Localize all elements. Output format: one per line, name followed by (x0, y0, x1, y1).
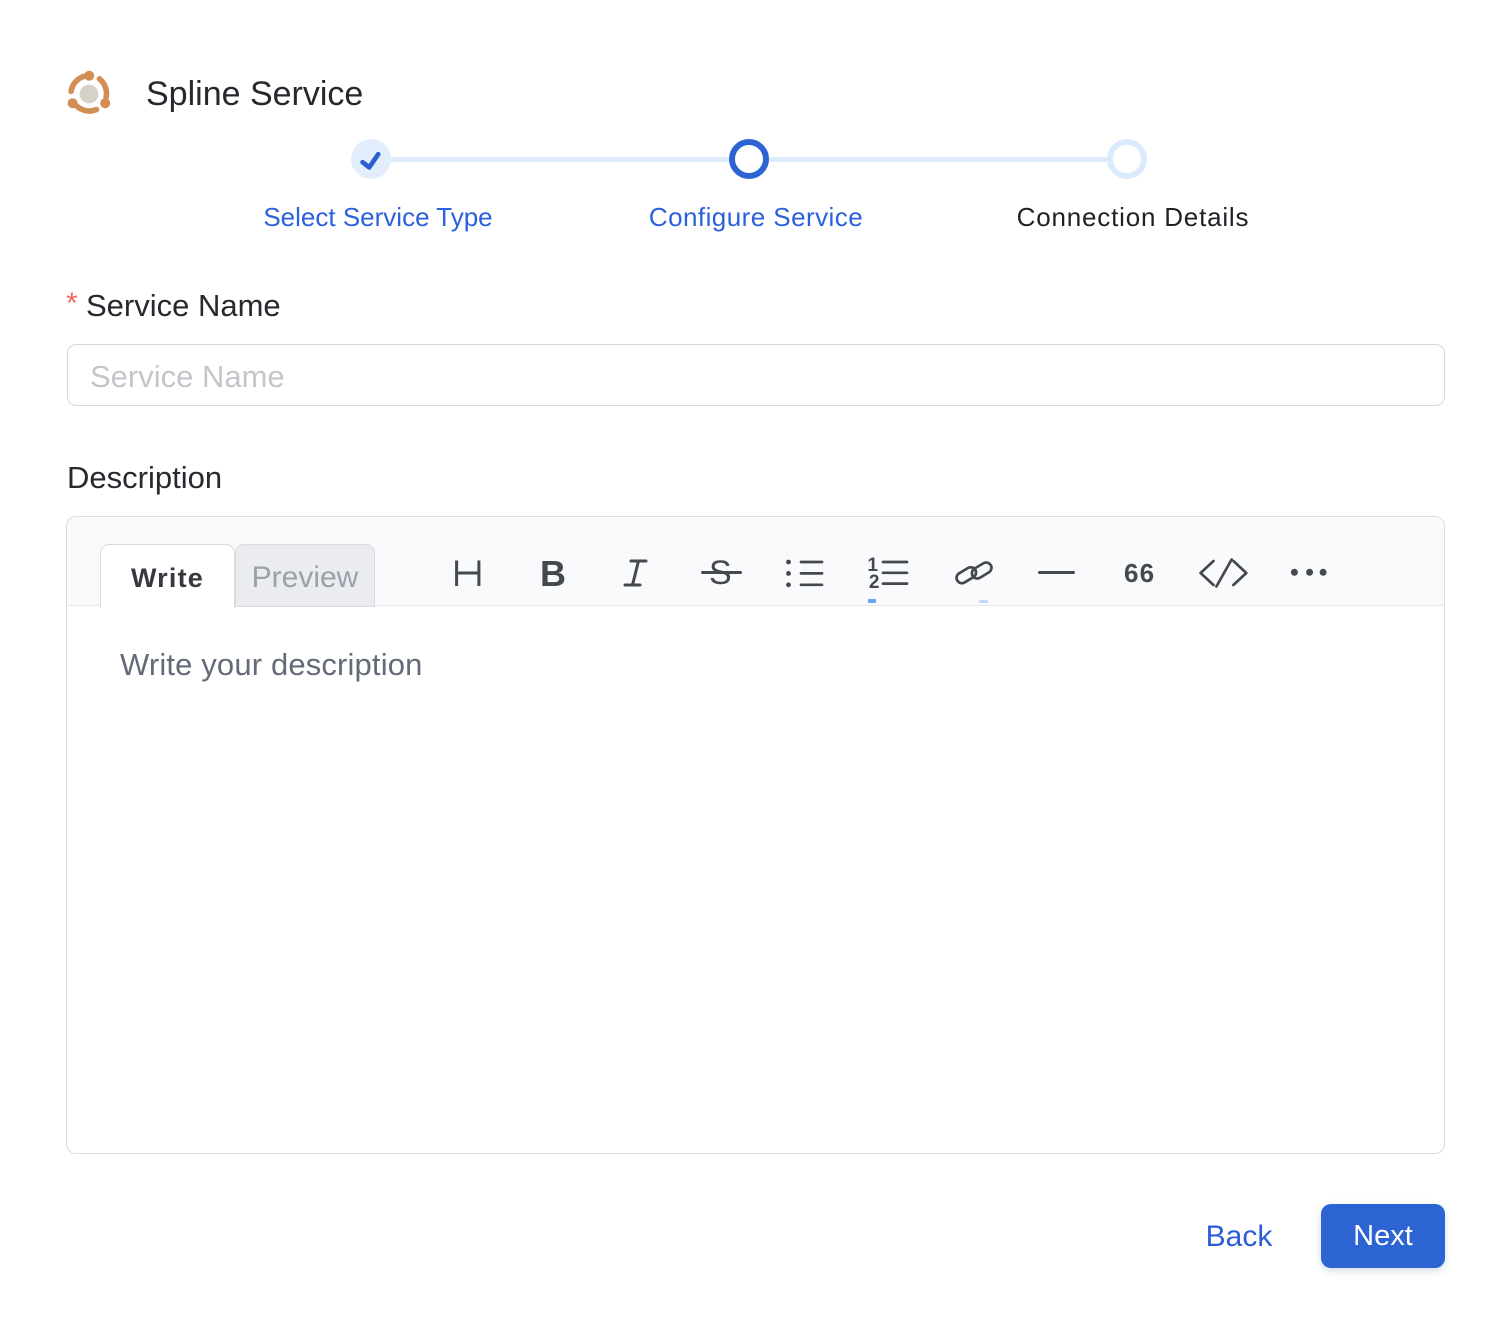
svg-text:2: 2 (869, 572, 880, 591)
